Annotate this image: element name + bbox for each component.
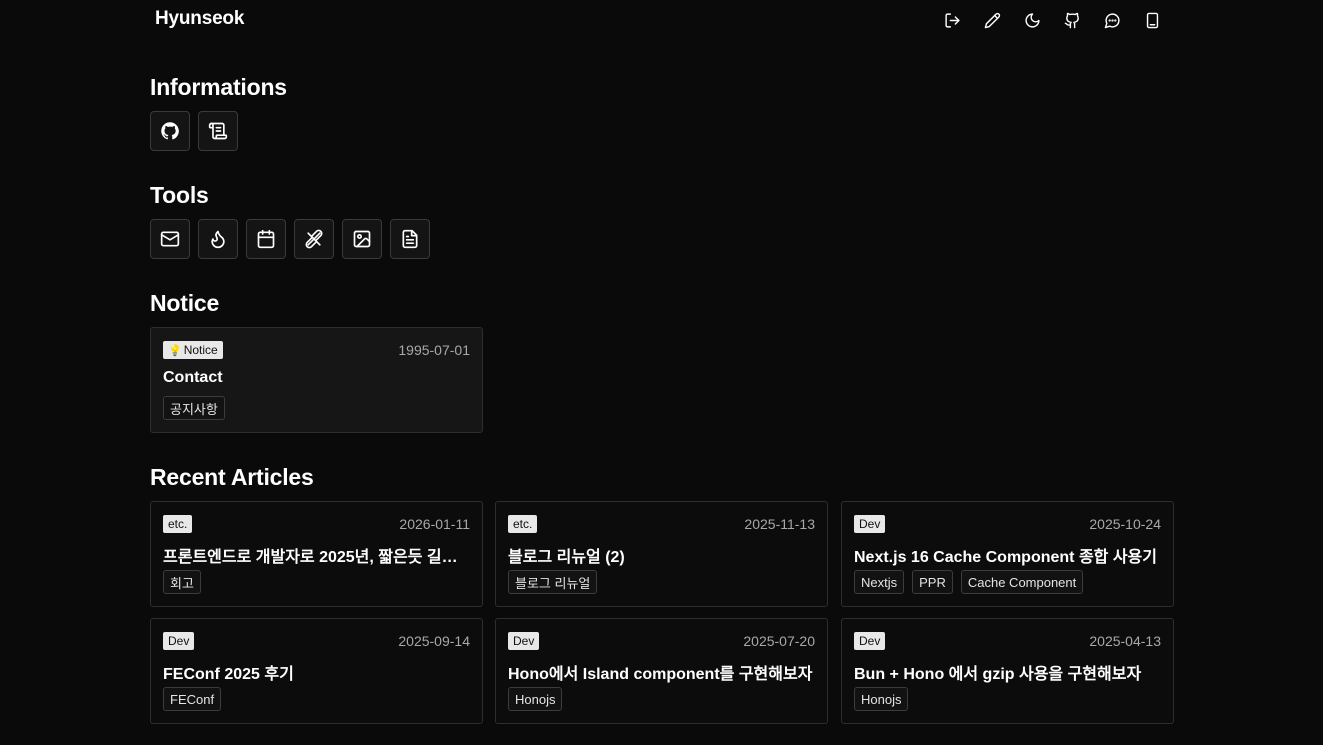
category-badge: Dev	[854, 515, 886, 533]
tag[interactable]: 회고	[163, 570, 201, 594]
category-badge: etc.	[163, 515, 193, 533]
card-tags: Honojs	[508, 687, 563, 711]
pencil-icon[interactable]	[972, 0, 1012, 40]
article-card[interactable]: Dev 2025-04-13 Bun + Hono 에서 gzip 사용을 구현…	[841, 618, 1174, 724]
card-title: Bun + Hono 에서 gzip 사용을 구현해보자	[854, 666, 1142, 683]
tools-title: Tools	[150, 182, 209, 208]
category-badge: Dev	[163, 632, 195, 650]
scroll-icon[interactable]	[198, 111, 238, 151]
informations-title: Informations	[150, 74, 287, 100]
card-title: 블로그 리뉴얼 (2)	[508, 549, 625, 566]
card-tags: 공지사항	[163, 396, 225, 420]
informations-icons	[150, 111, 238, 151]
chat-icon[interactable]	[1092, 0, 1132, 40]
card-title: Contact	[163, 369, 223, 386]
site-brand[interactable]: Hyunseok	[155, 8, 244, 30]
tools-icons	[150, 219, 430, 259]
card-date: 2025-09-14	[398, 633, 470, 649]
article-card[interactable]: Dev 2025-09-14 FEConf 2025 후기 FEConf	[150, 618, 483, 724]
card-tags: 블로그 리뉴얼	[508, 570, 598, 594]
bandage-icon[interactable]	[294, 219, 334, 259]
card-title: Hono에서 Island component를 구현해보자	[508, 666, 813, 683]
lightbulb-icon: 💡	[168, 344, 182, 357]
document-icon[interactable]	[390, 219, 430, 259]
tag[interactable]: PPR	[912, 570, 953, 594]
notice-badge: 💡 Notice	[163, 341, 223, 359]
article-card[interactable]: Dev 2025-10-24 Next.js 16 Cache Componen…	[841, 501, 1174, 607]
card-date: 2025-10-24	[1089, 516, 1161, 532]
top-header: Hyunseok	[0, 0, 1323, 40]
tag[interactable]: FEConf	[163, 687, 222, 711]
article-card[interactable]: etc. 2025-11-13 블로그 리뉴얼 (2) 블로그 리뉴얼	[495, 501, 828, 607]
header-nav-icons	[932, 0, 1172, 40]
card-tags: Nextjs PPR Cache Component	[854, 570, 1084, 594]
tag[interactable]: 블로그 리뉴얼	[508, 570, 598, 594]
card-date: 2026-01-11	[399, 516, 470, 532]
github-icon[interactable]	[150, 111, 190, 151]
card-tags: FEConf	[163, 687, 222, 711]
tag[interactable]: 공지사항	[163, 396, 225, 420]
tag[interactable]: Honojs	[508, 687, 563, 711]
tag[interactable]: Honojs	[854, 687, 909, 711]
tablet-icon[interactable]	[1132, 0, 1172, 40]
article-card[interactable]: etc. 2026-01-11 프론트엔드로 개발자로 2025년, 짧은듯 길…	[150, 501, 483, 607]
card-title: 프론트엔드로 개발자로 2025년, 짧은듯 길었던 한 해	[163, 549, 470, 566]
recent-articles-title: Recent Articles	[150, 464, 314, 490]
flame-icon[interactable]	[198, 219, 238, 259]
card-tags: Honojs	[854, 687, 909, 711]
logout-icon[interactable]	[932, 0, 972, 40]
moon-icon[interactable]	[1012, 0, 1052, 40]
category-badge: Dev	[854, 632, 886, 650]
calendar-icon[interactable]	[246, 219, 286, 259]
github-icon[interactable]	[1052, 0, 1092, 40]
tag[interactable]: Nextjs	[854, 570, 905, 594]
notice-card[interactable]: 💡 Notice 1995-07-01 Contact 공지사항	[150, 327, 483, 433]
category-badge: Dev	[508, 632, 540, 650]
article-card[interactable]: Dev 2025-07-20 Hono에서 Island component를 …	[495, 618, 828, 724]
card-date: 2025-11-13	[744, 516, 815, 532]
image-icon[interactable]	[342, 219, 382, 259]
card-date: 2025-04-13	[1089, 633, 1161, 649]
card-title: FEConf 2025 후기	[163, 666, 294, 683]
tag[interactable]: Cache Component	[960, 570, 1084, 594]
card-title: Next.js 16 Cache Component 종합 사용기	[854, 549, 1157, 566]
card-date: 2025-07-20	[743, 633, 815, 649]
mail-icon[interactable]	[150, 219, 190, 259]
card-tags: 회고	[163, 570, 201, 594]
notice-title: Notice	[150, 290, 220, 316]
card-date: 1995-07-01	[398, 342, 470, 358]
category-badge: etc.	[508, 515, 538, 533]
badge-label: Notice	[183, 343, 218, 357]
